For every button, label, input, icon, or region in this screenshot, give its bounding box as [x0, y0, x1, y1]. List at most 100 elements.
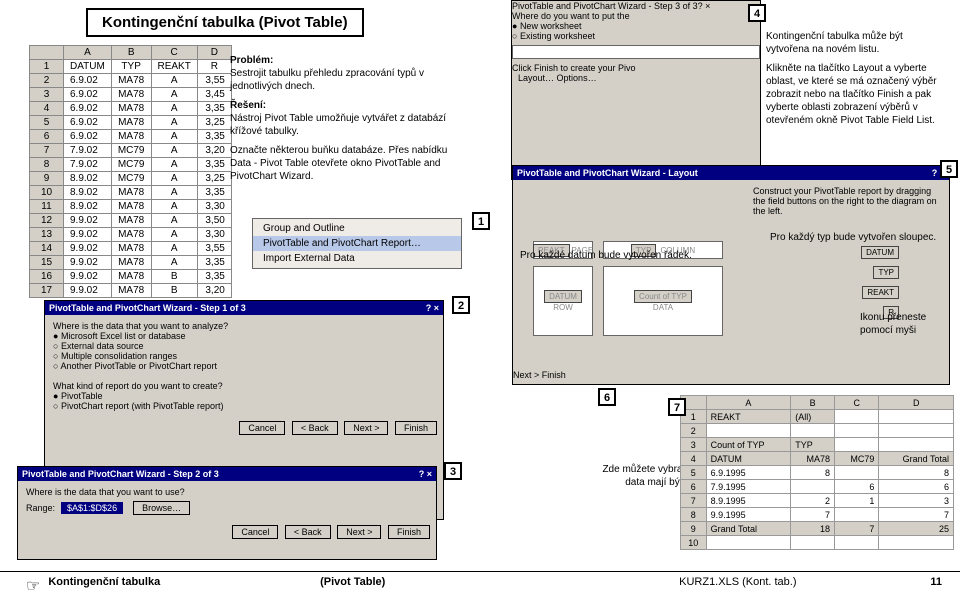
layout-hint: Construct your PivotTable report by drag… — [753, 186, 943, 216]
res-all[interactable]: (All) — [791, 410, 835, 424]
dlg1-opt-external[interactable]: External data source — [53, 341, 435, 351]
dlg1-q1: Where is the data that you want to analy… — [53, 321, 435, 331]
annotation-6: 6 — [598, 388, 616, 406]
row-1: 1 — [30, 60, 64, 74]
dlg2-range-input[interactable]: $A$1:$D$26 — [61, 502, 123, 514]
reseni-text-1: Nástroj Pivot Table umožňuje vytvářet z … — [230, 112, 460, 138]
annotation-1: 1 — [472, 212, 490, 230]
res-count: Count of TYP — [706, 438, 791, 452]
dlg2-next-button[interactable]: Next > — [337, 525, 381, 539]
drop-data[interactable]: Count of TYP DATA — [603, 266, 723, 336]
dlg3-q: Where do you want to put the — [512, 11, 760, 21]
col-D: D — [197, 46, 231, 60]
page-footer: ☞ Kontingenční tabulka (Pivot Table) KUR… — [0, 571, 960, 596]
res-gt-b: 18 — [791, 522, 835, 536]
res-mc79: MC79 — [835, 452, 879, 466]
dlg3-options-button[interactable]: Options… — [557, 73, 597, 83]
problem-text: Sestrojit tabulku přehledu zpracování ty… — [230, 67, 460, 93]
right-p2: Klikněte na tlačítko Layout a vyberte ob… — [766, 62, 946, 127]
dlg3-title: PivotTable and PivotChart Wizard - Step … — [512, 1, 698, 11]
dlg1-title: PivotTable and PivotChart Wizard - Step … — [49, 303, 246, 313]
dlg2-q: Where is the data that you want to use? — [26, 487, 428, 497]
col-A: A — [64, 46, 112, 60]
res-gt-c: 7 — [835, 522, 879, 536]
col-B: B — [111, 46, 151, 60]
dlg1-opt-multi[interactable]: Multiple consolidation ranges — [53, 351, 435, 361]
layout-title: PivotTable and PivotChart Wizard - Layou… — [517, 168, 698, 178]
dlg3-opt-existing[interactable]: Existing worksheet — [512, 31, 760, 41]
dlg2-cancel-button[interactable]: Cancel — [232, 525, 278, 539]
footer-t1: Kontingenční tabulka — [48, 576, 160, 596]
fld-reakt[interactable]: REAKT — [862, 286, 899, 299]
annotation-2: 2 — [452, 296, 470, 314]
dlg1-help-icon[interactable]: ? × — [426, 303, 439, 313]
dlg1-back-button[interactable]: < Back — [292, 421, 338, 435]
res-r2: 2 — [681, 424, 707, 438]
res-gt-label: Grand Total — [706, 522, 791, 536]
res-col-D: D — [879, 396, 954, 410]
res-gt-col: Grand Total — [879, 452, 954, 466]
res-col-C: C — [835, 396, 879, 410]
res-r3: 3 — [681, 438, 707, 452]
data-menu[interactable]: Group and Outline PivotTable and PivotCh… — [252, 218, 462, 269]
wizard-step3: PivotTable and PivotChart Wizard - Step … — [511, 0, 761, 180]
dlg1-cancel-button[interactable]: Cancel — [239, 421, 285, 435]
dlg1-opt-pivotchart[interactable]: PivotChart report (with PivotTable repor… — [53, 401, 435, 411]
instruction-text: Problém: Sestrojit tabulku přehledu zpra… — [230, 48, 460, 183]
res-reakt[interactable]: REAKT — [706, 410, 791, 424]
corner — [30, 46, 64, 60]
menu-import-data[interactable]: Import External Data — [253, 251, 461, 266]
dlg3-opt-new[interactable]: New worksheet — [512, 21, 760, 31]
menu-pivottable[interactable]: PivotTable and PivotChart Report… — [253, 236, 461, 251]
drop-row[interactable]: DATUM ROW — [533, 266, 593, 336]
note-row: Pro každé datum bude vytvořen řádek. — [520, 250, 720, 263]
dlg1-next-button[interactable]: Next > — [344, 421, 388, 435]
layout-next-button[interactable]: Next > — [513, 370, 539, 380]
lbl-row: ROW — [553, 303, 573, 312]
hdr-typ: TYP — [111, 60, 151, 74]
layout-finish-button[interactable]: Finish — [542, 370, 566, 380]
footer-t3: KURZ1.XLS (Kont. tab.) — [545, 576, 930, 596]
res-col-A: A — [706, 396, 791, 410]
menu-group-outline[interactable]: Group and Outline — [253, 221, 461, 236]
wizard-layout: PivotTable and PivotChart Wizard - Layou… — [512, 165, 950, 385]
dlg1-opt-another[interactable]: Another PivotTable or PivotChart report — [53, 361, 435, 371]
note-col: Pro každý typ bude vytvořen sloupec. — [770, 232, 950, 245]
res-r10: 10 — [681, 536, 707, 550]
fld-datum[interactable]: DATUM — [861, 246, 899, 259]
dlg3-location-input[interactable] — [512, 45, 760, 59]
res-datum: DATUM — [706, 452, 791, 466]
dlg1-finish-button[interactable]: Finish — [395, 421, 437, 435]
dlg2-help-icon[interactable]: ? × — [419, 469, 432, 479]
dlg1-opt-excel[interactable]: Microsoft Excel list or database — [53, 331, 435, 341]
annotation-3: 3 — [444, 462, 462, 480]
hdr-r: R — [197, 60, 231, 74]
fld-count[interactable]: Count of TYP — [634, 290, 692, 303]
dlg3-close-icon[interactable]: ? × — [698, 1, 711, 11]
problem-label: Problém: — [230, 54, 460, 67]
col-C: C — [151, 46, 197, 60]
reseni-text-2: Označte některou buňku databáze. Přes na… — [230, 144, 460, 183]
hdr-reakt: REAKT — [151, 60, 197, 74]
note-drag: Ikonu přeneste pomocí myši — [860, 312, 950, 337]
dlg2-finish-button[interactable]: Finish — [388, 525, 430, 539]
reseni-label: Řešení: — [230, 99, 460, 112]
dlg2-back-button[interactable]: < Back — [285, 525, 331, 539]
lbl-data: DATA — [653, 303, 673, 312]
wizard-step2: PivotTable and PivotChart Wizard - Step … — [17, 466, 437, 560]
pivot-result: ABCD 1REAKT(All) 2 3Count of TYPTYP 4DAT… — [680, 395, 954, 550]
fld-datum-row[interactable]: DATUM — [544, 290, 582, 303]
dlg2-browse-button[interactable]: Browse… — [133, 501, 190, 515]
res-col-B: B — [791, 396, 835, 410]
dlg3-hint: Click Finish to create your Pivo — [512, 63, 760, 73]
res-ma78: MA78 — [791, 452, 835, 466]
hdr-datum: DATUM — [64, 60, 112, 74]
explain-right: Kontingenční tabulka může být vytvořena … — [766, 30, 946, 133]
footer-t2: (Pivot Table) — [160, 576, 545, 596]
fld-typ[interactable]: TYP — [873, 266, 899, 279]
dlg1-q2: What kind of report do you want to creat… — [53, 381, 435, 391]
dlg3-layout-button[interactable]: Layout… — [518, 73, 554, 83]
dlg1-opt-pivottable[interactable]: PivotTable — [53, 391, 435, 401]
annotation-5: 5 — [940, 160, 958, 178]
data-table: A B C D 1 DATUM TYP REAKT R 26.9.02MA78A… — [29, 45, 232, 298]
